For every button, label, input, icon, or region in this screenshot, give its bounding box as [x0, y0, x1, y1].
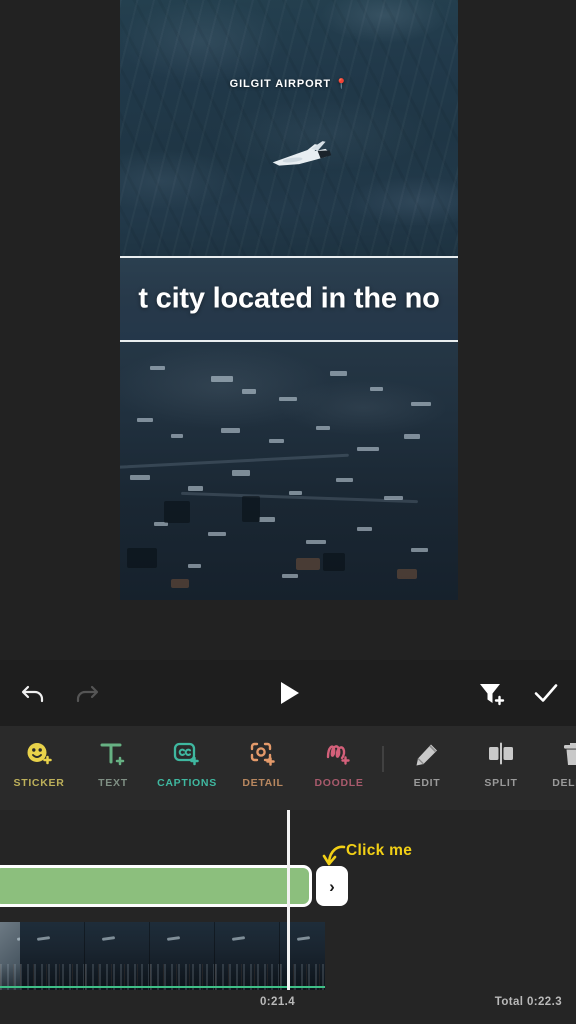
trash-icon — [560, 737, 576, 773]
current-time-label: 0:21.4 — [260, 996, 296, 1008]
redo-button[interactable] — [58, 660, 114, 726]
undo-icon — [21, 685, 44, 703]
redo-icon — [76, 685, 99, 703]
play-icon — [281, 682, 299, 704]
scribble-plus-icon — [323, 737, 355, 773]
timeline-filmstrip[interactable] — [0, 922, 325, 990]
audio-track-line — [0, 986, 325, 988]
done-button[interactable] — [518, 660, 574, 726]
location-pin-icon: 📍 — [335, 79, 349, 90]
tool-captions[interactable]: CAPTIONS — [150, 726, 224, 810]
tool-delete-label: DELETE — [552, 777, 576, 789]
caption-overlay-band[interactable]: t city located in the no — [120, 256, 458, 342]
tool-detail-label: DETAIL — [242, 777, 284, 789]
focus-plus-icon — [247, 737, 279, 773]
click-me-hint: Click me — [346, 842, 413, 859]
tool-doodle-label: DOODLE — [314, 777, 364, 789]
toolbar-divider — [382, 746, 384, 772]
tool-edit-label: EDIT — [413, 777, 441, 789]
video-lower-scene — [120, 340, 458, 600]
checkmark-icon — [534, 684, 558, 702]
tool-delete[interactable]: DELETE — [538, 726, 576, 810]
video-upper-scene — [120, 0, 458, 258]
tool-sticker-label: STICKER — [13, 777, 65, 789]
playhead[interactable] — [287, 810, 290, 990]
clip-next-button[interactable]: › — [316, 866, 348, 906]
undo-button[interactable] — [6, 660, 62, 726]
editing-toolbar: STICKER TEXT CAPTIONS DETAIL DOODLE EDIT… — [0, 726, 576, 810]
tool-split-label: SPLIT — [484, 777, 518, 789]
filter-add-icon — [480, 684, 505, 706]
pencil-icon — [412, 737, 442, 773]
tool-doodle[interactable]: DOODLE — [302, 726, 376, 810]
video-frame[interactable]: GILGIT AIRPORT 📍 t city located in the no — [120, 0, 458, 600]
timeline-clip-selected[interactable] — [0, 865, 312, 907]
overlay-title-text: GILGIT AIRPORT — [229, 78, 332, 90]
add-filter-button[interactable] — [462, 660, 518, 726]
tool-text[interactable]: TEXT — [76, 726, 150, 810]
smiley-plus-icon — [23, 737, 55, 773]
video-preview-stage[interactable]: GILGIT AIRPORT 📍 t city located in the no — [0, 0, 576, 600]
tool-split[interactable]: SPLIT — [464, 726, 538, 810]
total-time-label: Total 0:22.3 — [494, 996, 562, 1008]
tool-detail[interactable]: DETAIL — [226, 726, 300, 810]
tool-edit[interactable]: EDIT — [390, 726, 464, 810]
caption-text: t city located in the no — [138, 282, 440, 315]
chevron-right-icon: › — [329, 876, 335, 896]
video-editor-screen: GILGIT AIRPORT 📍 t city located in the no — [0, 0, 576, 1024]
action-bar — [0, 660, 576, 726]
text-plus-icon — [97, 737, 129, 773]
tool-text-label: TEXT — [98, 777, 128, 789]
split-icon — [485, 737, 517, 773]
overlay-airport-label: GILGIT AIRPORT 📍 — [120, 78, 458, 90]
time-readout-row: 0:21.4 Total 0:22.3 — [0, 992, 576, 1024]
play-button[interactable] — [260, 660, 316, 726]
captions-plus-icon — [171, 737, 203, 773]
tool-captions-label: CAPTIONS — [157, 777, 217, 789]
timeline-panel: Click me › 0:21.4 Total 0:22.3 — [0, 810, 576, 1024]
tool-sticker[interactable]: STICKER — [2, 726, 76, 810]
